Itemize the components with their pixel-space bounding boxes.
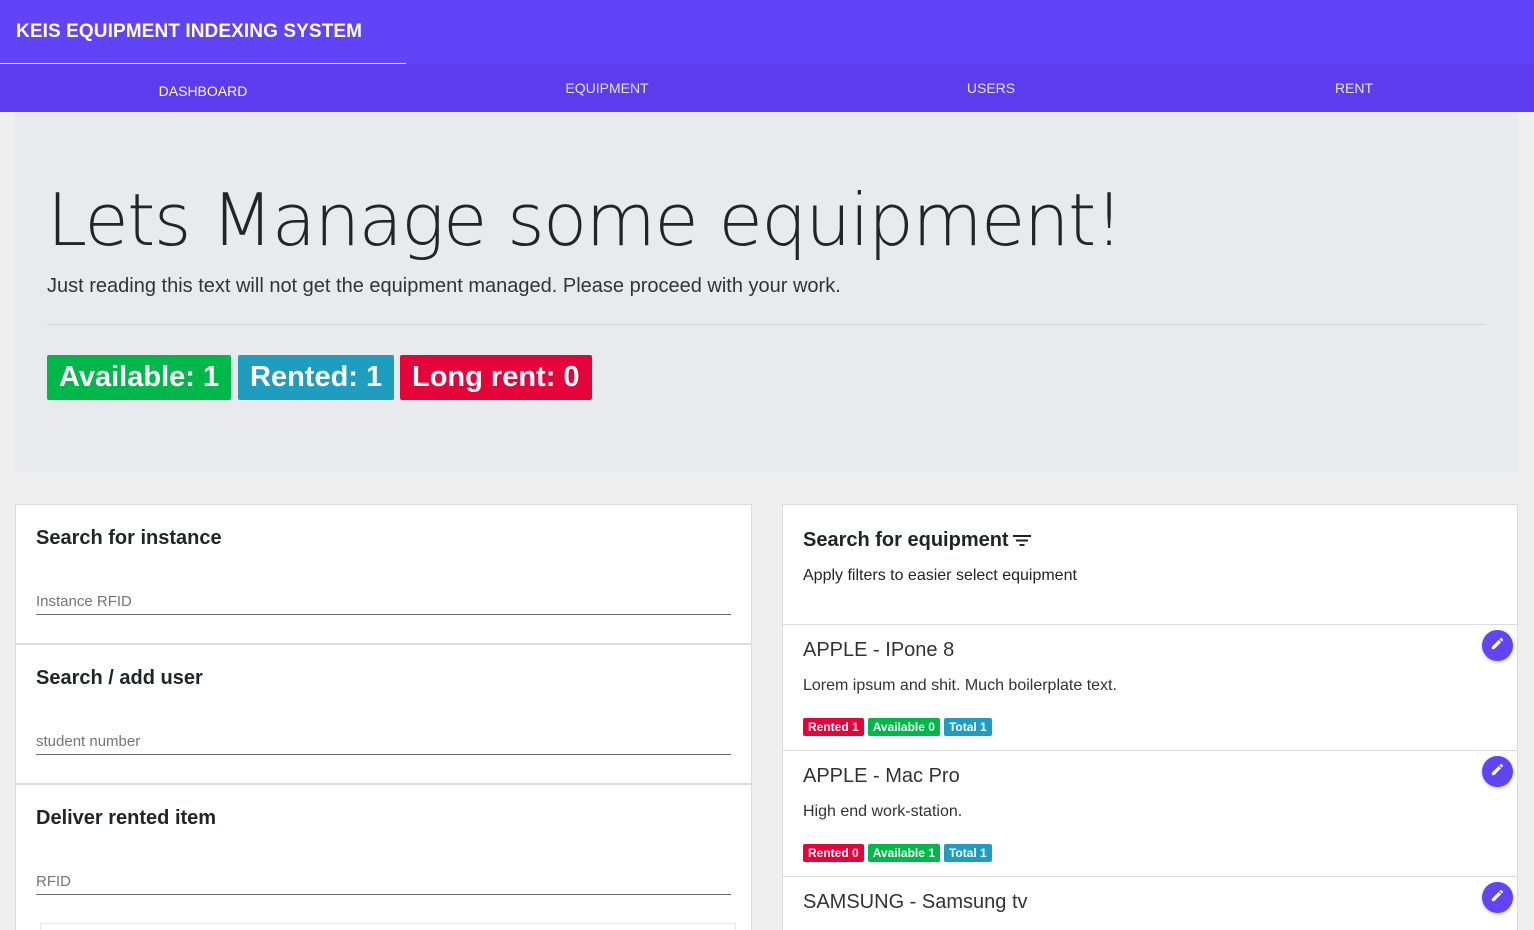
tab-equipment[interactable]: EQUIPMENT xyxy=(406,64,808,112)
search-instance-card: Search for instance Instance RFID xyxy=(15,504,752,644)
edit-button[interactable] xyxy=(1482,756,1513,787)
rented-count-badge: Rented: 1 xyxy=(238,355,395,400)
tab-dashboard[interactable]: DASHBOARD xyxy=(0,64,406,112)
rented-badge: Rented 0 xyxy=(803,844,864,862)
rfid-input[interactable] xyxy=(36,865,731,893)
tab-users[interactable]: USERS xyxy=(808,64,1174,112)
hero-title: Lets Manage some equipment! xyxy=(47,178,1124,262)
equipment-item[interactable]: APPLE - IPone 8 Lorem ipsum and shit. Mu… xyxy=(782,624,1518,751)
filter-list-icon[interactable] xyxy=(1012,531,1032,554)
delivery-result-box xyxy=(40,923,736,930)
deliver-card: Deliver rented item RFID xyxy=(15,784,752,930)
available-badge: Available 1 xyxy=(867,844,940,862)
equipment-item[interactable]: SAMSUNG - Samsung tv xyxy=(782,876,1518,930)
total-badge: Total 1 xyxy=(943,844,992,862)
deliver-title: Deliver rented item xyxy=(36,807,217,829)
equipment-search-card: Search for equipment Apply filters to ea… xyxy=(782,504,1518,625)
edit-button[interactable] xyxy=(1482,630,1513,661)
hero-lead: Just reading this text will not get the … xyxy=(47,275,841,297)
total-badge: Total 1 xyxy=(943,718,992,736)
pencil-icon xyxy=(1490,636,1505,656)
available-count-badge: Available: 1 xyxy=(47,355,232,400)
equipment-item[interactable]: APPLE - Mac Pro High end work-station. R… xyxy=(782,750,1518,877)
equipment-badges: Rented 0 Available 1 Total 1 xyxy=(803,844,992,862)
equipment-title: APPLE - IPone 8 xyxy=(803,639,955,661)
tab-bar: DASHBOARD EQUIPMENT USERS RENT xyxy=(0,64,1534,112)
equipment-title: SAMSUNG - Samsung tv xyxy=(803,891,1028,913)
pencil-icon xyxy=(1490,888,1505,908)
app-title: KEIS EQUIPMENT INDEXING SYSTEM xyxy=(16,21,363,42)
instance-rfid-input[interactable] xyxy=(36,585,731,613)
instance-rfid-underline xyxy=(36,614,731,615)
pencil-icon xyxy=(1490,762,1505,782)
equipment-badges: Rented 1 Available 0 Total 1 xyxy=(803,718,992,736)
equipment-title: APPLE - Mac Pro xyxy=(803,765,960,787)
tab-rent[interactable]: RENT xyxy=(1174,64,1534,112)
equipment-search-subtitle: Apply filters to easier select equipment xyxy=(803,567,1077,584)
available-badge: Available 0 xyxy=(867,718,940,736)
student-number-underline xyxy=(36,754,731,755)
app-bar: KEIS EQUIPMENT INDEXING SYSTEM xyxy=(0,0,1534,64)
equipment-search-header: Search for equipment xyxy=(803,527,1032,554)
rfid-underline xyxy=(36,894,731,895)
search-user-card: Search / add user student number xyxy=(15,644,752,784)
hero-divider xyxy=(47,324,1486,325)
search-user-title: Search / add user xyxy=(36,667,203,689)
long-rent-count-badge: Long rent: 0 xyxy=(400,355,592,400)
rented-badge: Rented 1 xyxy=(803,718,864,736)
equipment-description: High end work-station. xyxy=(803,803,963,820)
edit-button[interactable] xyxy=(1482,882,1513,913)
search-instance-title: Search for instance xyxy=(36,527,222,549)
hero-section: Lets Manage some equipment! Just reading… xyxy=(15,112,1518,472)
equipment-search-title: Search for equipment xyxy=(803,529,1009,551)
equipment-description: Lorem ipsum and shit. Much boilerplate t… xyxy=(803,677,1117,694)
student-number-input[interactable] xyxy=(36,725,731,753)
